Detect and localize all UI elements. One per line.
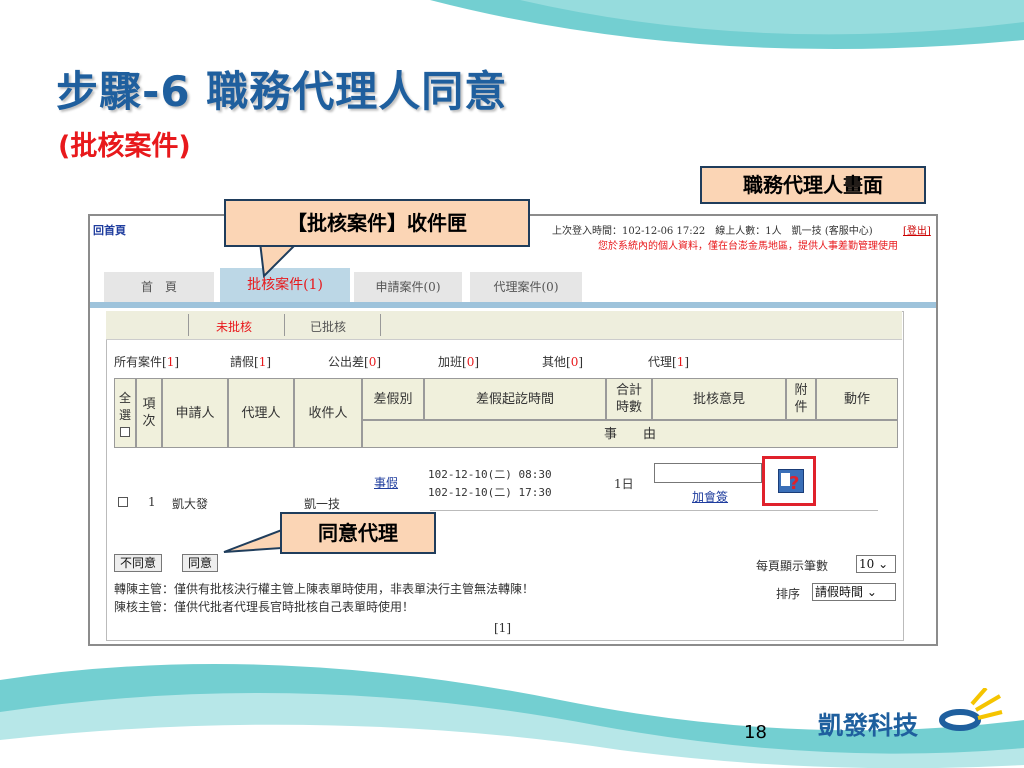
chevron-down-icon: ⌄ [866,585,877,599]
slide-title: 步驟-6 職務代理人同意 [56,67,508,116]
subtab-approved[interactable]: 已批核 [310,318,346,335]
per-page-select[interactable]: 10 ⌄ [856,555,896,573]
approve-callout: 同意代理 [280,512,436,554]
row-total: 1日 [614,477,634,491]
approve-callout-pointer [223,528,285,553]
sort-select[interactable]: 請假時間 ⌄ [812,583,896,601]
privacy-notice: 您於系統內的個人資料，僅在台澎金馬地區，提供人事差勤管理使用 [598,241,898,252]
tab-application-cases[interactable]: 申請案件(0) [354,272,462,302]
leave-type-header: 差假別 [362,378,424,420]
row-recipient: 凱一技 [304,497,341,511]
applicant-header: 申請人 [162,378,228,448]
subtab-divider [380,314,381,336]
sort-label: 排序 [776,587,801,601]
filter-agent[interactable]: 代理[1] [648,353,689,370]
row-divider [430,510,878,511]
login-info: 上次登入時間：102-12-06 17:22 線上人數：1人 凱一技 (客服中心… [552,226,873,237]
reject-button[interactable]: 不同意 [114,554,163,572]
inbox-callout: 【批核案件】收件匣 [224,199,530,247]
filter-all[interactable]: 所有案件[1] [114,353,179,370]
home-link[interactable]: 回首頁 [93,222,126,238]
row-checkbox[interactable] [118,497,128,507]
row-start-time: 102-12-10(二) 08:30 [428,468,552,481]
help-question-icon: ? [781,473,799,494]
row-leave-type-link[interactable]: 事假 [374,474,398,491]
svg-text:?: ? [789,473,799,492]
note-forward-supervisor: 轉陳主管：僅供有批核決行權主管上陳表單時使用，非表單決行主管無法轉陳！ [114,582,535,596]
approve-button[interactable]: 同意 [182,554,219,572]
per-page-label: 每頁顯示筆數 [756,559,829,573]
attachment-header: 附件 [786,378,816,420]
total-header: 合計時數 [606,378,652,420]
note-review-supervisor: 陳核主管：僅供代批者代理長官時批核自己表單時使用！ [114,600,415,614]
slide-subtitle: (批核案件) [58,131,191,162]
seq-header: 項次 [136,378,162,448]
brand-name: 凱發科技 [818,711,919,740]
select-all-header: 全選 [114,378,136,448]
recipient-header: 收件人 [294,378,362,448]
subtab-pending[interactable]: 未批核 [216,318,252,335]
agent-header: 代理人 [228,378,294,448]
app-screenshot: 回首頁 上次登入時間：102-12-06 17:22 線上人數：1人 凱一技 (… [88,214,938,646]
period-header: 差假起訖時間 [424,378,606,420]
reason-header: 事 由 [362,420,898,448]
page-number: 18 [744,722,767,743]
comment-header: 批核意見 [652,378,786,420]
row-applicant: 凱大發 [172,497,209,511]
row-seq: 1 [148,495,156,509]
action-header: 動作 [816,378,898,420]
screen-label: 職務代理人畫面 [700,166,926,204]
comment-input[interactable] [654,463,762,483]
logout-link[interactable]: [登出] [903,222,931,237]
pagination[interactable]: [1] [494,621,511,635]
filter-business-trip[interactable]: 公出差[0] [328,353,381,370]
row-end-time: 102-12-10(二) 17:30 [428,486,552,499]
tab-agent-cases[interactable]: 代理案件(0) [470,272,582,302]
select-all-checkbox[interactable] [120,426,130,437]
chevron-down-icon: ⌄ [878,557,889,571]
attachment-icon[interactable]: ? [778,469,804,494]
subtab-divider [188,314,189,336]
cases-table-header: 全選 項次 申請人 代理人 收件人 差假別 差假起訖時間 合計時數 批核意見 附… [114,378,898,448]
tab-home[interactable]: 首 頁 [104,272,214,302]
filter-leave[interactable]: 請假[1] [230,353,271,370]
filter-overtime[interactable]: 加班[0] [438,353,479,370]
add-cosign-link[interactable]: 加會簽 [692,488,728,505]
filter-other[interactable]: 其他[0] [542,353,583,370]
brand-logo-icon [939,688,1003,731]
subtab-divider [284,314,285,336]
tab-underline [90,302,936,308]
